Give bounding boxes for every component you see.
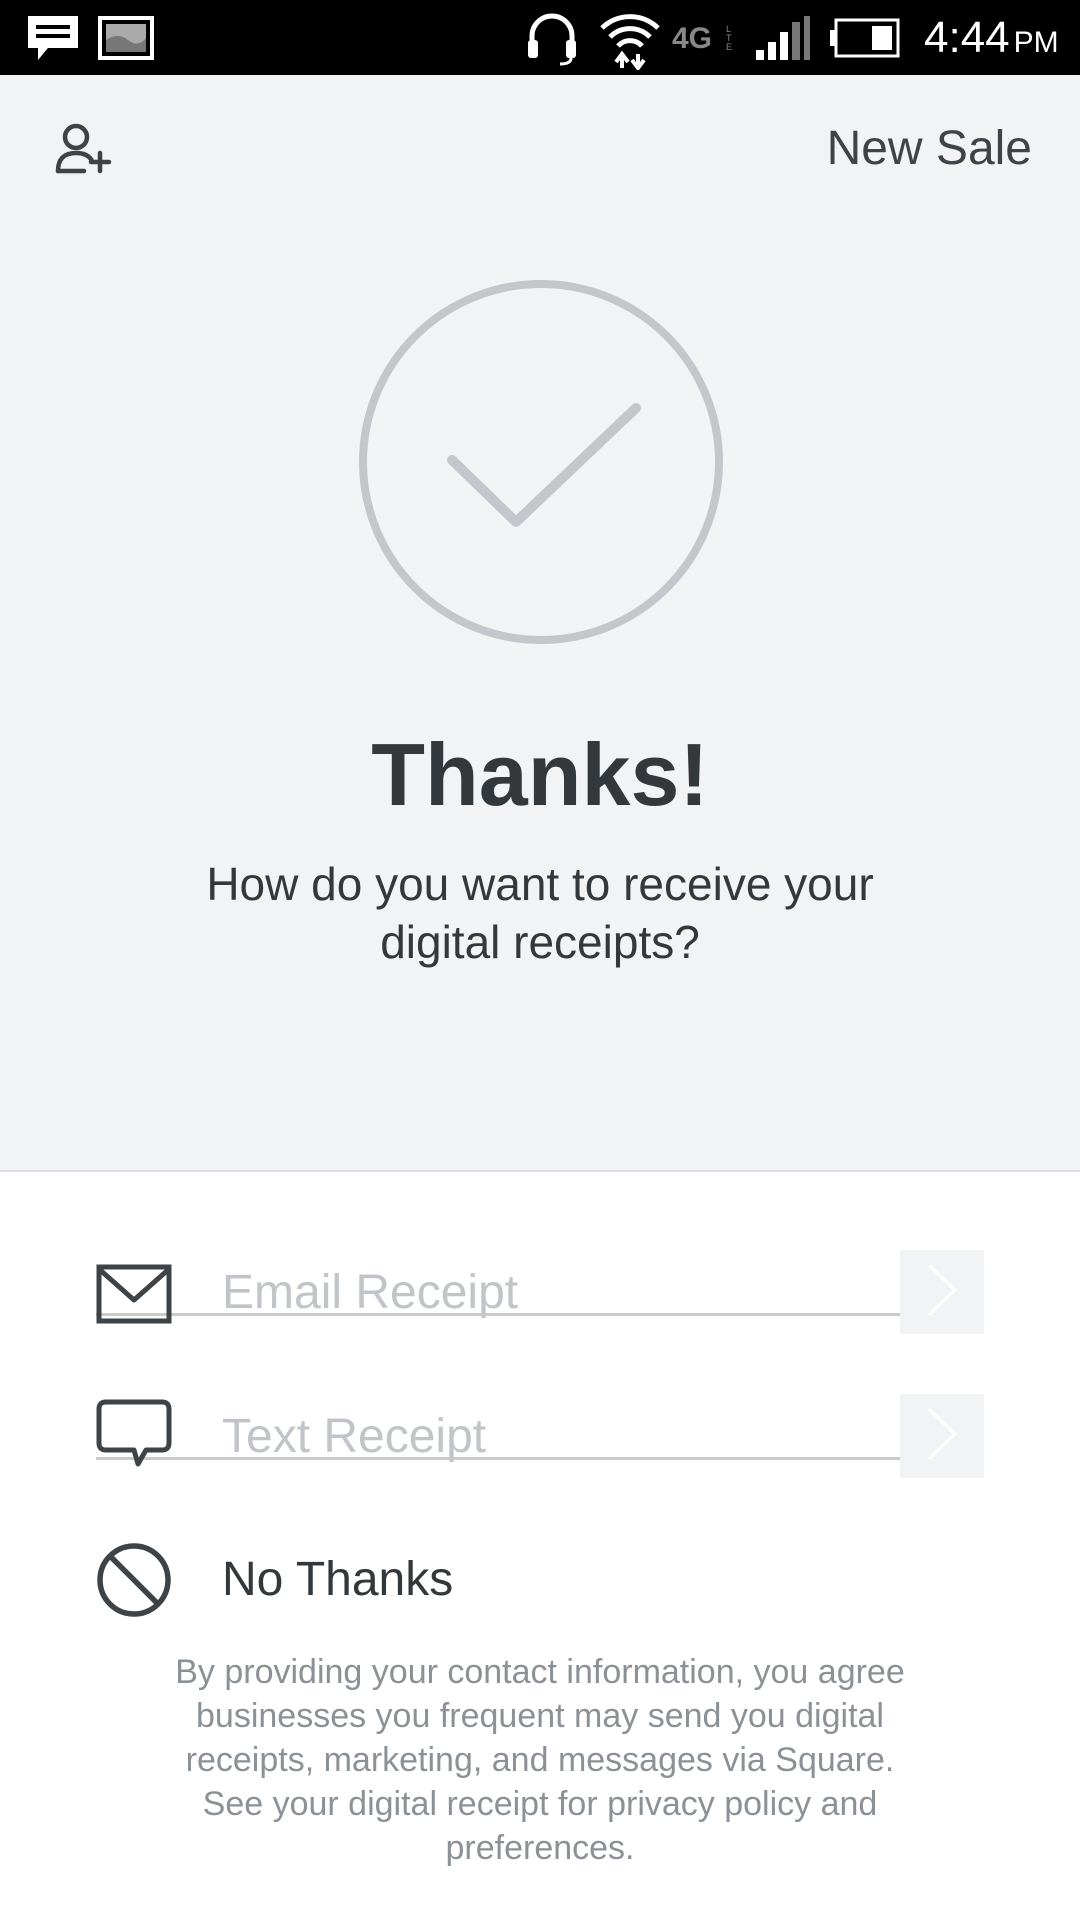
chevron-right-icon bbox=[925, 1263, 959, 1322]
person-add-icon bbox=[54, 121, 114, 182]
status-bar: 4G L T E 4:44 PM bbox=[0, 0, 1080, 75]
image-icon bbox=[98, 16, 154, 60]
message-icon bbox=[26, 14, 80, 62]
headset-icon bbox=[524, 10, 580, 71]
email-receipt-row bbox=[96, 1172, 984, 1334]
battery-icon bbox=[830, 18, 902, 63]
chevron-right-icon bbox=[925, 1407, 959, 1466]
text-receipt-row bbox=[96, 1316, 984, 1478]
signal-icon bbox=[756, 16, 812, 67]
confirmation-panel: New Sale Thanks! How do you want to rece… bbox=[0, 75, 1080, 1172]
lte-4g-icon: 4G L T E bbox=[672, 20, 742, 61]
page-title: Thanks! bbox=[371, 725, 709, 824]
status-time-value: 4:44 bbox=[924, 13, 1010, 62]
checkmark-circle-icon bbox=[358, 279, 724, 645]
svg-text:E: E bbox=[726, 42, 732, 52]
status-notifications bbox=[26, 14, 154, 62]
network-label: 4G bbox=[672, 22, 712, 55]
new-sale-button[interactable]: New Sale bbox=[827, 119, 1032, 179]
no-thanks-button[interactable]: No Thanks bbox=[96, 1460, 984, 1617]
prohibited-icon bbox=[96, 1542, 172, 1618]
wifi-icon bbox=[598, 6, 662, 75]
status-time-ampm: PM bbox=[1013, 26, 1059, 59]
no-thanks-label: No Thanks bbox=[222, 1553, 454, 1606]
status-time: 4:44 PM bbox=[924, 12, 1059, 69]
consent-disclaimer: By providing your contact information, y… bbox=[175, 1653, 905, 1867]
page-subtitle: How do you want to receive your digital … bbox=[206, 858, 874, 968]
add-customer-button[interactable] bbox=[52, 119, 116, 183]
